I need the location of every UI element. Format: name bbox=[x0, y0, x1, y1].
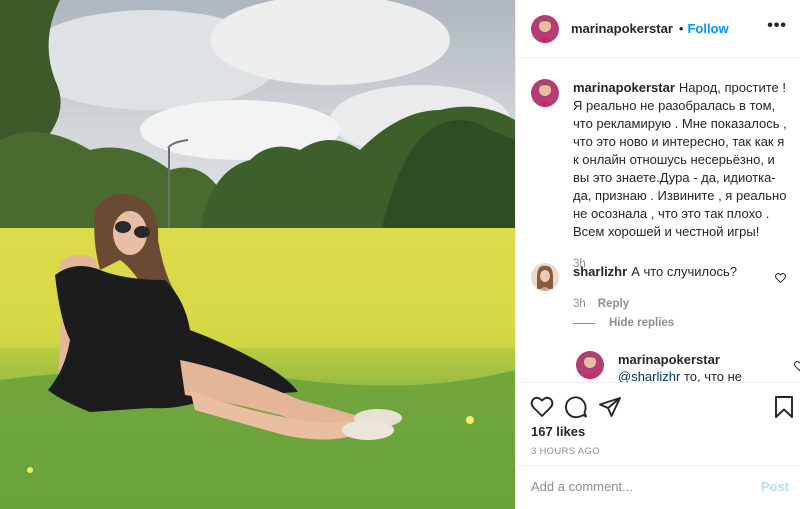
heart-icon[interactable] bbox=[794, 361, 800, 372]
post-photo[interactable] bbox=[0, 0, 515, 509]
comment-bubble-icon[interactable] bbox=[564, 395, 588, 419]
post-header: marinapokerstar • Follow ••• bbox=[516, 0, 800, 58]
post-comment-button[interactable]: Post bbox=[761, 479, 789, 494]
post-actions: 167 likes 3 HOURS AGO Add a comment... P… bbox=[516, 382, 800, 508]
comment-time[interactable]: 3h bbox=[573, 298, 586, 310]
post-timestamp[interactable]: 3 HOURS AGO bbox=[531, 446, 600, 457]
add-comment-bar: Add a comment... Post bbox=[516, 465, 800, 509]
comment-text: А что случилось? bbox=[631, 264, 737, 279]
divider-line bbox=[573, 322, 595, 324]
reply-username[interactable]: marinapokerstar bbox=[618, 351, 774, 368]
reply-button[interactable]: Reply bbox=[598, 298, 629, 310]
reply-item: marinapokerstar @sharlizhr то, что не bbox=[576, 351, 800, 382]
post-caption: marinapokerstar Народ, простите ! Я реаль… bbox=[531, 79, 793, 273]
bookmark-icon[interactable] bbox=[772, 395, 796, 419]
comment-input[interactable]: Add a comment... bbox=[531, 479, 633, 494]
commenter-avatar[interactable] bbox=[531, 263, 559, 291]
ellipsis-icon[interactable]: ••• bbox=[767, 18, 787, 34]
author-avatar[interactable] bbox=[531, 14, 559, 43]
caption-username[interactable]: marinapokerstar bbox=[573, 80, 675, 95]
hide-replies-button[interactable]: Hide replies bbox=[573, 317, 674, 329]
hide-replies-label: Hide replies bbox=[609, 317, 675, 329]
caption-text: Народ, простите ! Я реально не разобрала… bbox=[573, 80, 787, 239]
reply-avatar[interactable] bbox=[576, 351, 604, 379]
follow-button[interactable]: Follow bbox=[687, 21, 728, 36]
author-username[interactable]: marinapokerstar bbox=[571, 21, 673, 36]
reply-mention[interactable]: @sharlizhr bbox=[618, 369, 680, 382]
action-icons bbox=[530, 395, 793, 419]
header-separator: • bbox=[678, 21, 684, 36]
heart-icon[interactable] bbox=[775, 273, 786, 284]
post-side-panel: marinapokerstar • Follow ••• marinapoker… bbox=[515, 0, 800, 509]
comment-item: sharlizhr А что случилось? 3h Reply bbox=[531, 263, 793, 313]
heart-icon[interactable] bbox=[530, 395, 554, 419]
reply-text: то, что не bbox=[680, 369, 743, 382]
likes-count[interactable]: 167 likes bbox=[531, 424, 585, 439]
caption-avatar[interactable] bbox=[531, 79, 559, 107]
paper-plane-icon[interactable] bbox=[598, 395, 622, 419]
comments-list[interactable]: marinapokerstar Народ, простите ! Я реаль… bbox=[516, 59, 800, 382]
comment-username[interactable]: sharlizhr bbox=[573, 264, 627, 279]
